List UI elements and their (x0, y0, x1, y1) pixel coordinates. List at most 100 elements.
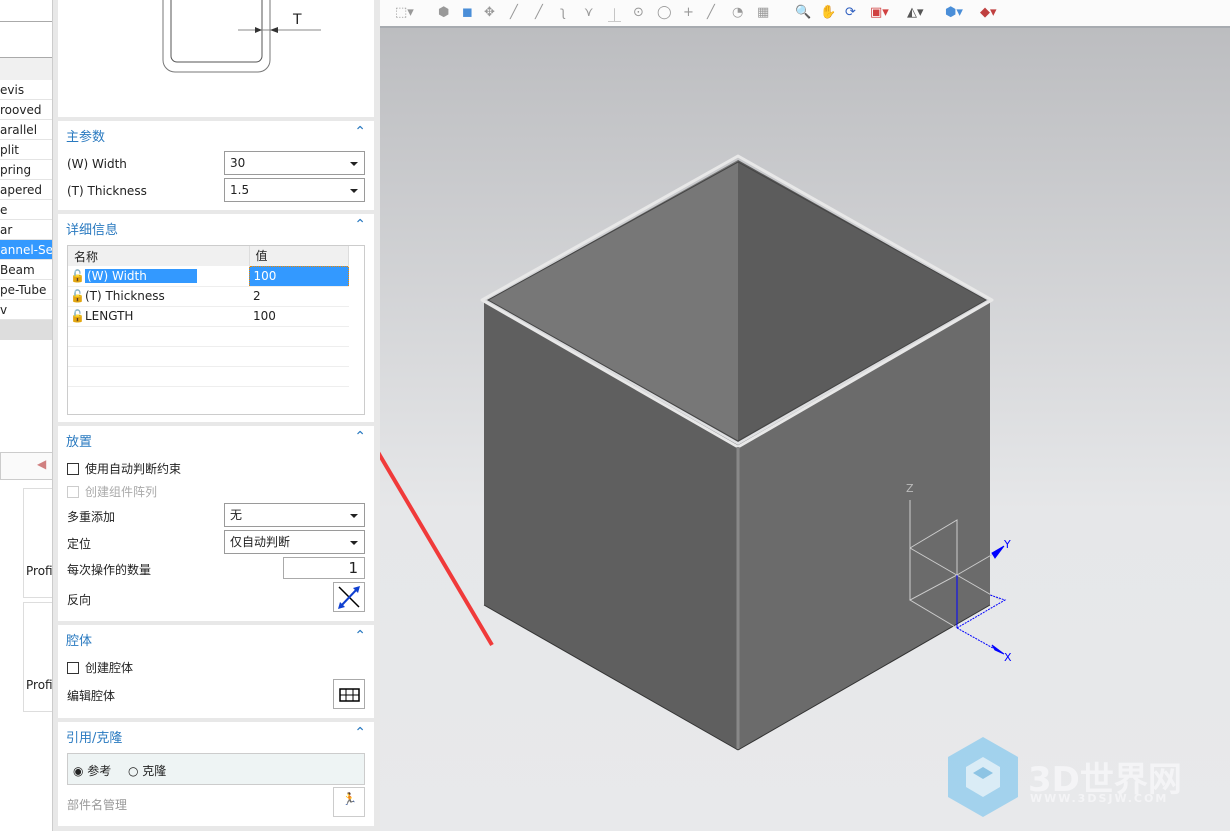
position-dropdown[interactable]: 仅自动判断 (224, 530, 365, 554)
reverse-direction-button[interactable] (333, 582, 365, 612)
list-item[interactable]: Beam (0, 260, 52, 280)
column-header-value[interactable]: 值 (249, 246, 349, 266)
nav-toolbar[interactable]: ◀ (0, 452, 52, 480)
multi-add-label: 多重添加 (67, 510, 116, 524)
list-header (0, 0, 52, 22)
grid-icon (339, 688, 360, 702)
tangent-icon[interactable]: ╱ (707, 5, 715, 20)
annotation-arrow (380, 451, 494, 647)
list-item[interactable]: v (0, 300, 52, 320)
list-column-header (0, 58, 52, 80)
edit-cavity-label: 编辑腔体 (67, 689, 116, 703)
graphics-viewport[interactable]: Z Y X 3D世界网 WWW.3DSJW.COM (380, 28, 1230, 831)
section-title: 放置 (66, 435, 93, 450)
watermark-logo (948, 737, 1018, 817)
intersection-icon[interactable]: ⋎ (584, 5, 594, 20)
z-axis-label: Z (906, 482, 914, 495)
tile-2[interactable]: Profi (23, 602, 52, 712)
fit-icon[interactable]: ▣▾ (870, 5, 889, 20)
solid-icon[interactable]: ⬢ (438, 5, 449, 20)
placement-section: 放置 ⌃ 使用自动判断约束 创建组件阵列 多重添加 无 定位 仅自动判断 每次操… (58, 426, 374, 621)
snap-point-icon[interactable]: ✥ (484, 5, 495, 20)
table-row[interactable]: 🔓LENGTH 100 (68, 306, 349, 326)
curve-icon[interactable]: ʅ (560, 5, 566, 20)
part-name-management-button: 🏃 (333, 787, 365, 817)
watermark-url: WWW.3DSJW.COM (1030, 792, 1169, 805)
list-scrollbar[interactable] (0, 320, 52, 340)
list-item[interactable]: apered (0, 180, 52, 200)
clone-radio[interactable]: ○ 克隆 (128, 762, 166, 779)
line-icon[interactable]: ╱ (510, 5, 518, 20)
count-label: 每次操作的数量 (67, 563, 152, 577)
dimension-t-label: T (293, 12, 302, 28)
edit-cavity-button[interactable] (333, 679, 365, 709)
section-title: 详细信息 (66, 223, 119, 238)
reference-clone-section: 引用/克隆 ⌃ ◉ 参考 ○ 克隆 部件名管理 🏃 (58, 722, 374, 826)
face-icon[interactable]: ◔ (732, 5, 743, 20)
auto-constraint-checkbox[interactable]: 使用自动判断约束 (67, 460, 181, 477)
grid-snap-icon[interactable]: ▦ (757, 5, 769, 20)
part-family-list[interactable]: evisroovedarallelplitpringaperedearhanne… (0, 0, 53, 831)
dialog-panel: T 主参数 ⌃ (W) Width 30 (T) Thickness 1.5 详… (53, 0, 380, 831)
collapse-icon[interactable]: ⌃ (354, 725, 366, 741)
reverse-arrows-icon (338, 586, 360, 609)
unlock-icon: 🔓 (70, 289, 85, 303)
list-item[interactable]: arallel (0, 120, 52, 140)
column-header-name[interactable]: 名称 (68, 246, 250, 266)
pan-icon[interactable]: ✋ (820, 5, 836, 20)
collapse-icon[interactable]: ⌃ (354, 124, 366, 140)
perpendicular-icon[interactable]: ⏊ (608, 5, 621, 24)
midpoint-icon[interactable]: ╱ (535, 5, 543, 20)
list-item[interactable]: e (0, 200, 52, 220)
width-dropdown[interactable]: 30 (224, 151, 365, 175)
collapse-icon[interactable]: ⌃ (354, 628, 366, 644)
running-man-icon: 🏃 (342, 792, 357, 806)
first-page-icon[interactable]: ◀ (37, 457, 46, 471)
section-title: 主参数 (66, 130, 106, 145)
tube-section-diagram (162, 0, 321, 73)
list-filter (0, 28, 52, 58)
y-axis-label: Y (1004, 538, 1011, 551)
multi-add-dropdown[interactable]: 无 (224, 503, 365, 527)
list-item[interactable]: evis (0, 80, 52, 100)
unlock-icon: 🔓 (70, 309, 85, 323)
cube-icon[interactable]: ◼ (462, 5, 473, 20)
unlock-icon: 🔓 (70, 268, 85, 283)
rotate-icon[interactable]: ⟳ (845, 5, 856, 20)
point-icon[interactable]: + (683, 5, 694, 20)
display-icon[interactable]: ◆▾ (980, 5, 997, 20)
model-view[interactable] (380, 28, 1230, 831)
zoom-window-icon[interactable]: 🔍 (795, 5, 811, 20)
details-section: 详细信息 ⌃ 名称值 🔓 (W) Width 100 🔓(T) Thickness 2… (58, 214, 374, 422)
x-axis-label: X (1004, 651, 1012, 664)
table-row[interactable]: 🔓 (W) Width 100 (68, 265, 349, 287)
position-label: 定位 (67, 537, 92, 551)
create-cavity-checkbox[interactable]: 创建腔体 (67, 659, 133, 676)
main-params-section: 主参数 ⌃ (W) Width 30 (T) Thickness 1.5 (58, 121, 374, 210)
list-item[interactable]: hannel-Se (0, 240, 52, 260)
center-icon[interactable]: ⊙ (633, 5, 644, 20)
thickness-label: (T) Thickness (67, 184, 147, 198)
list-item[interactable]: rooved (0, 100, 52, 120)
collapse-icon[interactable]: ⌃ (354, 217, 366, 233)
create-array-checkbox: 创建组件阵列 (67, 483, 157, 500)
reference-radio-group: ◉ 参考 ○ 克隆 (67, 753, 365, 785)
render-style-icon[interactable]: ◭▾ (907, 5, 924, 20)
list-item[interactable]: plit (0, 140, 52, 160)
collapse-icon[interactable]: ⌃ (354, 429, 366, 445)
box-select-icon[interactable]: ⬚▾ (395, 5, 414, 20)
view-orient-icon[interactable]: ⬢▾ (945, 5, 963, 20)
list-item[interactable]: pring (0, 160, 52, 180)
list-item[interactable]: ar (0, 220, 52, 240)
count-input[interactable]: 1 (283, 557, 365, 579)
thickness-dropdown[interactable]: 1.5 (224, 178, 365, 202)
table-row[interactable]: 🔓(T) Thickness 2 (68, 286, 349, 306)
reference-radio[interactable]: ◉ 参考 (73, 762, 111, 779)
section-title: 引用/克隆 (66, 731, 123, 746)
list-item[interactable]: pe-Tube (0, 280, 52, 300)
section-title: 腔体 (66, 634, 93, 649)
details-table[interactable]: 名称值 🔓 (W) Width 100 🔓(T) Thickness 2 🔓LENGT… (67, 245, 365, 415)
quadrant-icon[interactable]: ◯ (657, 5, 672, 20)
tile-1[interactable]: Profi (23, 488, 52, 598)
profile-diagram: T (58, 0, 374, 117)
